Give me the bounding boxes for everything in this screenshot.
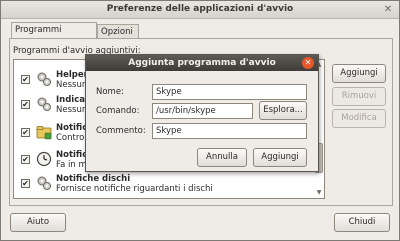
edit-button[interactable]: Modifica [332, 109, 386, 128]
enable-checkbox[interactable]: ✔ [21, 100, 30, 109]
comment-field[interactable]: Skype [152, 123, 307, 139]
help-button[interactable]: Aiuto [10, 213, 66, 232]
command-label: Comando: [96, 106, 140, 116]
gears-icon [37, 97, 51, 111]
scroll-down-icon[interactable]: ▼ [315, 189, 323, 196]
name-field[interactable]: Skype [152, 84, 307, 100]
clock-icon [36, 151, 52, 167]
add-startup-program-dialog: Aggiunta programma d'avvio ✕ Nome: Skype… [85, 54, 319, 172]
dialog-title[interactable]: Aggiunta programma d'avvio [86, 55, 318, 71]
window-title: Preferenze delle applicazioni d'avvio [106, 4, 294, 14]
item-name: Helper [56, 70, 88, 80]
dialog-add-button[interactable]: Aggiungi [253, 148, 307, 167]
command-field[interactable]: /usr/bin/skype [152, 103, 253, 119]
gears-icon [37, 72, 51, 86]
comment-label: Commento: [96, 126, 146, 136]
gears-icon [37, 176, 51, 190]
item-name: Notifiche dischi [56, 174, 131, 184]
tab-label: Opzioni [101, 27, 133, 37]
tab-startup-programs[interactable]: Programmi d'avvio [11, 22, 97, 50]
item-name: Notific [56, 123, 88, 133]
browse-button[interactable]: Esplora... [259, 101, 307, 120]
cancel-button[interactable]: Annulla [197, 148, 247, 167]
enable-checkbox[interactable]: ✔ [21, 155, 30, 164]
list-item[interactable]: ✔ Notifiche dischi Fornisce notifiche ri… [14, 172, 314, 196]
enable-checkbox[interactable]: ✔ [21, 128, 30, 137]
folder-icon [36, 126, 52, 140]
item-description: Fornisce notifiche riguardanti i dischi [56, 184, 213, 194]
close-button[interactable]: Chiudi [334, 213, 390, 232]
dialog-close-icon[interactable]: ✕ [302, 57, 314, 69]
close-icon[interactable]: ✕ [382, 4, 394, 16]
name-label: Nome: [96, 87, 124, 97]
enable-checkbox[interactable]: ✔ [21, 75, 30, 84]
enable-checkbox[interactable]: ✔ [21, 179, 30, 188]
add-button[interactable]: Aggiungi [332, 64, 386, 83]
item-name: Notific [56, 150, 88, 160]
remove-button[interactable]: Rimuovi [332, 87, 386, 106]
title-bar[interactable]: Preferenze delle applicazioni d'avvio ✕ [1, 1, 399, 19]
startup-preferences-window: Preferenze delle applicazioni d'avvio ✕ … [0, 0, 400, 241]
